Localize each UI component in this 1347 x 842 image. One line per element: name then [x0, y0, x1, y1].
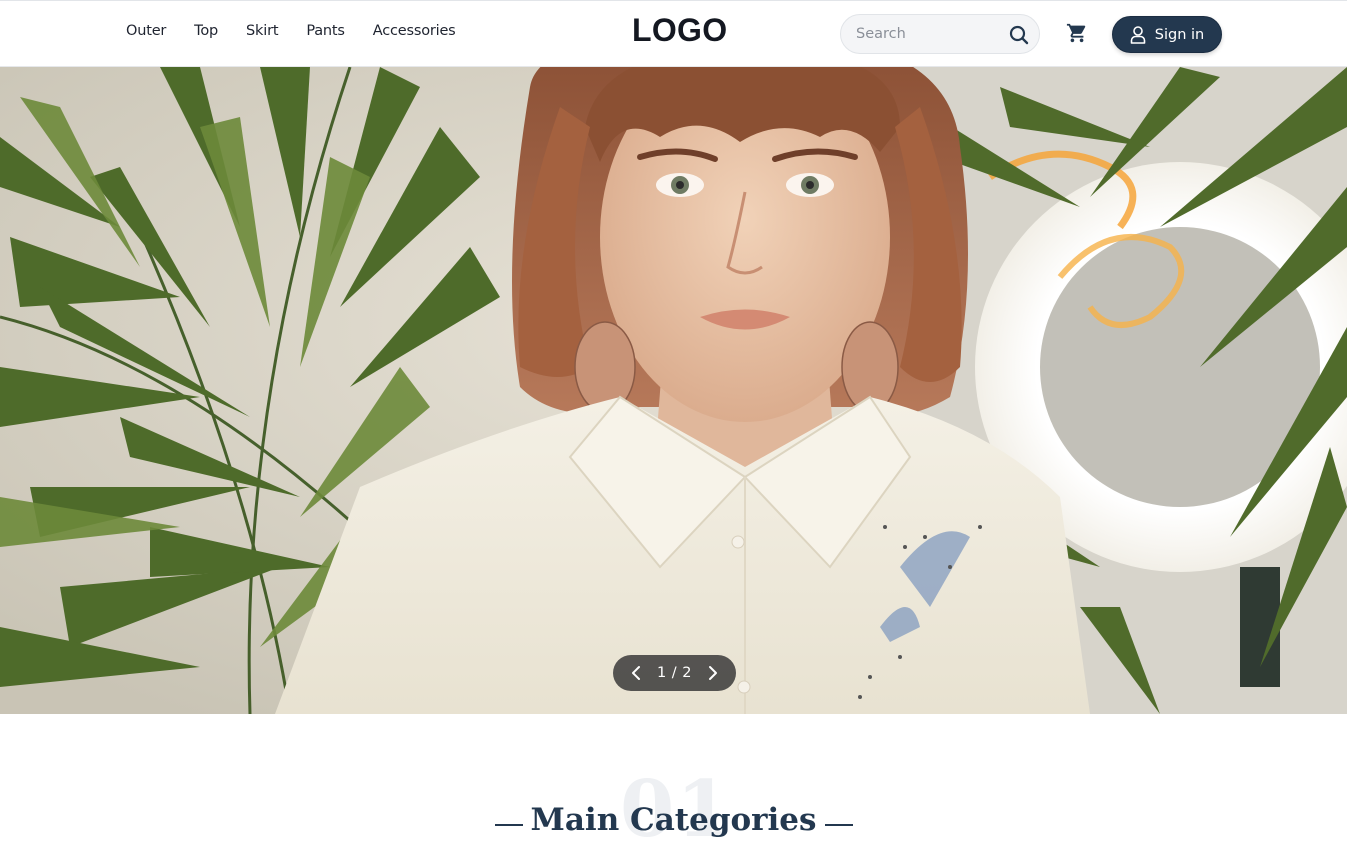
sign-in-label: Sign in [1154, 26, 1205, 43]
search-input[interactable] [856, 24, 1006, 44]
main-nav: Outer Top Skirt Pants Accessories [126, 23, 484, 39]
nav-item-top[interactable]: Top [194, 23, 218, 39]
user-icon [1130, 25, 1146, 44]
chevron-left-icon[interactable] [629, 665, 643, 681]
search-icon[interactable] [1009, 25, 1029, 45]
nav-item-skirt[interactable]: Skirt [246, 23, 278, 39]
main-categories-section: 01 Main Categories [0, 714, 1347, 842]
cart-icon[interactable] [1066, 22, 1088, 44]
search-box[interactable] [840, 14, 1040, 54]
nav-item-outer[interactable]: Outer [126, 23, 166, 39]
chevron-right-icon[interactable] [706, 665, 720, 681]
title-dash-right [825, 824, 853, 826]
slide-pager: 1 / 2 [613, 655, 736, 691]
hero-image [0, 67, 1347, 714]
sign-in-button[interactable]: Sign in [1112, 16, 1222, 53]
top-header: Outer Top Skirt Pants Accessories LOGO S… [0, 0, 1347, 67]
slide-indicator: 1 / 2 [656, 665, 693, 681]
nav-item-accessories[interactable]: Accessories [373, 23, 456, 39]
hero-carousel: 1 / 2 [0, 67, 1347, 714]
site-logo[interactable]: LOGO [632, 12, 727, 49]
nav-item-pants[interactable]: Pants [306, 23, 345, 39]
page: Outer Top Skirt Pants Accessories LOGO S… [0, 0, 1347, 842]
section-title: Main Categories [530, 802, 817, 838]
